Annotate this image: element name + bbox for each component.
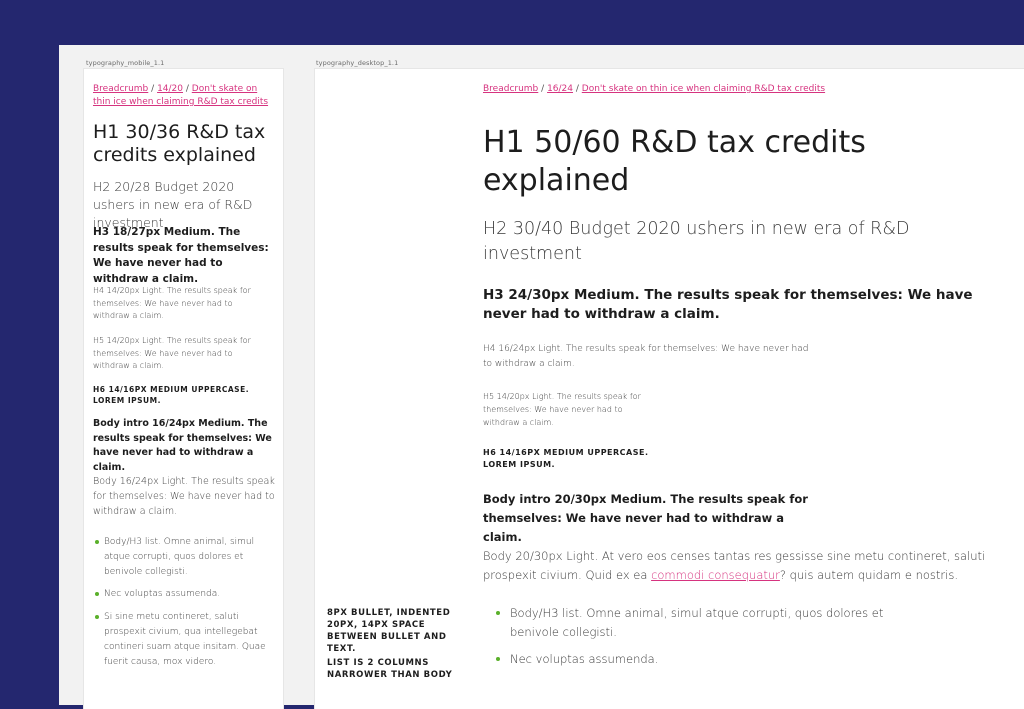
heading-h6: H6 14/16px Medium uppercase. Lorem ipsum…: [93, 385, 250, 405]
desktop-frame-label: typography_desktop_1.1: [316, 59, 399, 67]
desktop-artboard[interactable]: Breadcrumb / 16/24 / Don't skate on thin…: [315, 69, 1024, 709]
heading-h1: H1 50/60 R&D tax credits explained: [483, 125, 866, 198]
breadcrumb-link-root[interactable]: Breadcrumb: [93, 84, 148, 94]
heading-h4: H4 14/20px Light. The results speak for …: [93, 286, 251, 320]
bullet-dot: [496, 657, 500, 661]
breadcrumb-link-size[interactable]: 16/24: [547, 84, 573, 94]
breadcrumb: Breadcrumb / 14/20 / Don't skate on thin…: [93, 83, 273, 109]
heading-h4: H4 16/24px Light. The results speak for …: [483, 344, 809, 369]
bullet-dot: [95, 592, 99, 596]
body-intro: Body intro 16/24px Medium. The results s…: [93, 418, 272, 473]
breadcrumb: Breadcrumb / 16/24 / Don't skate on thin…: [483, 83, 983, 96]
heading-h2: H2 30/40 Budget 2020 ushers in new era o…: [483, 219, 910, 264]
list-item-text: Nec voluptas assumenda.: [510, 652, 659, 666]
body-inline-link[interactable]: commodi consequatur: [651, 568, 780, 582]
breadcrumb-link-page[interactable]: Don't skate on thin ice when claiming R&…: [582, 84, 825, 94]
body-intro: Body intro 20/30px Medium. The results s…: [483, 492, 808, 544]
heading-h5: H5 14/20px Light. The results speak for …: [93, 336, 251, 370]
bullet-dot: [95, 540, 99, 544]
mobile-frame-label: typography_mobile_1.1: [86, 59, 165, 67]
list-item-text: Body/H3 list. Omne animal, simul atque c…: [510, 606, 884, 639]
list-item-text: Body/H3 list. Omne animal, simul atque c…: [104, 537, 255, 577]
list-item: Body/H3 list. Omne animal, simul atque c…: [496, 604, 916, 642]
heading-h3: H3 24/30px Medium. The results speak for…: [483, 287, 973, 322]
heading-h2: H2 20/28 Budget 2020 ushers in new era o…: [93, 179, 253, 230]
breadcrumb-link-size[interactable]: 14/20: [157, 84, 183, 94]
heading-h6: H6 14/16px Medium uppercase. Lorem ipsum…: [483, 448, 649, 469]
bullet-dot: [496, 611, 500, 615]
heading-h5: H5 14/20px Light. The results speak for …: [483, 392, 641, 427]
list-item-text: Si sine metu contineret, saluti prospexi…: [104, 612, 266, 667]
heading-h3: H3 18/27px Medium. The results speak for…: [93, 226, 269, 285]
list-item-text: Nec voluptas assumenda.: [104, 589, 221, 599]
list-item: Si sine metu contineret, saluti prospexi…: [95, 610, 275, 670]
list-item: Body/H3 list. Omne animal, simul atque c…: [95, 535, 275, 580]
list-item: Nec voluptas assumenda.: [496, 650, 916, 669]
annotation-bullet-spec: 8px bullet, indented 20px, 14px space be…: [327, 608, 451, 654]
body-text-part: ? quis autem quidam e nostris.: [779, 568, 958, 582]
heading-h1: H1 30/36 R&D tax credits explained: [93, 121, 266, 166]
mobile-artboard[interactable]: Breadcrumb / 14/20 / Don't skate on thin…: [84, 69, 283, 709]
body-text: Body 16/24px Light. The results speak fo…: [93, 476, 275, 517]
list-item: Nec voluptas assumenda.: [95, 587, 275, 602]
annotation-list-width: List is 2 columns narrower than body: [327, 658, 453, 680]
bullet-dot: [95, 615, 99, 619]
body-text: Body 20/30px Light. At vero eos censes t…: [483, 547, 1011, 585]
breadcrumb-link-root[interactable]: Breadcrumb: [483, 84, 538, 94]
